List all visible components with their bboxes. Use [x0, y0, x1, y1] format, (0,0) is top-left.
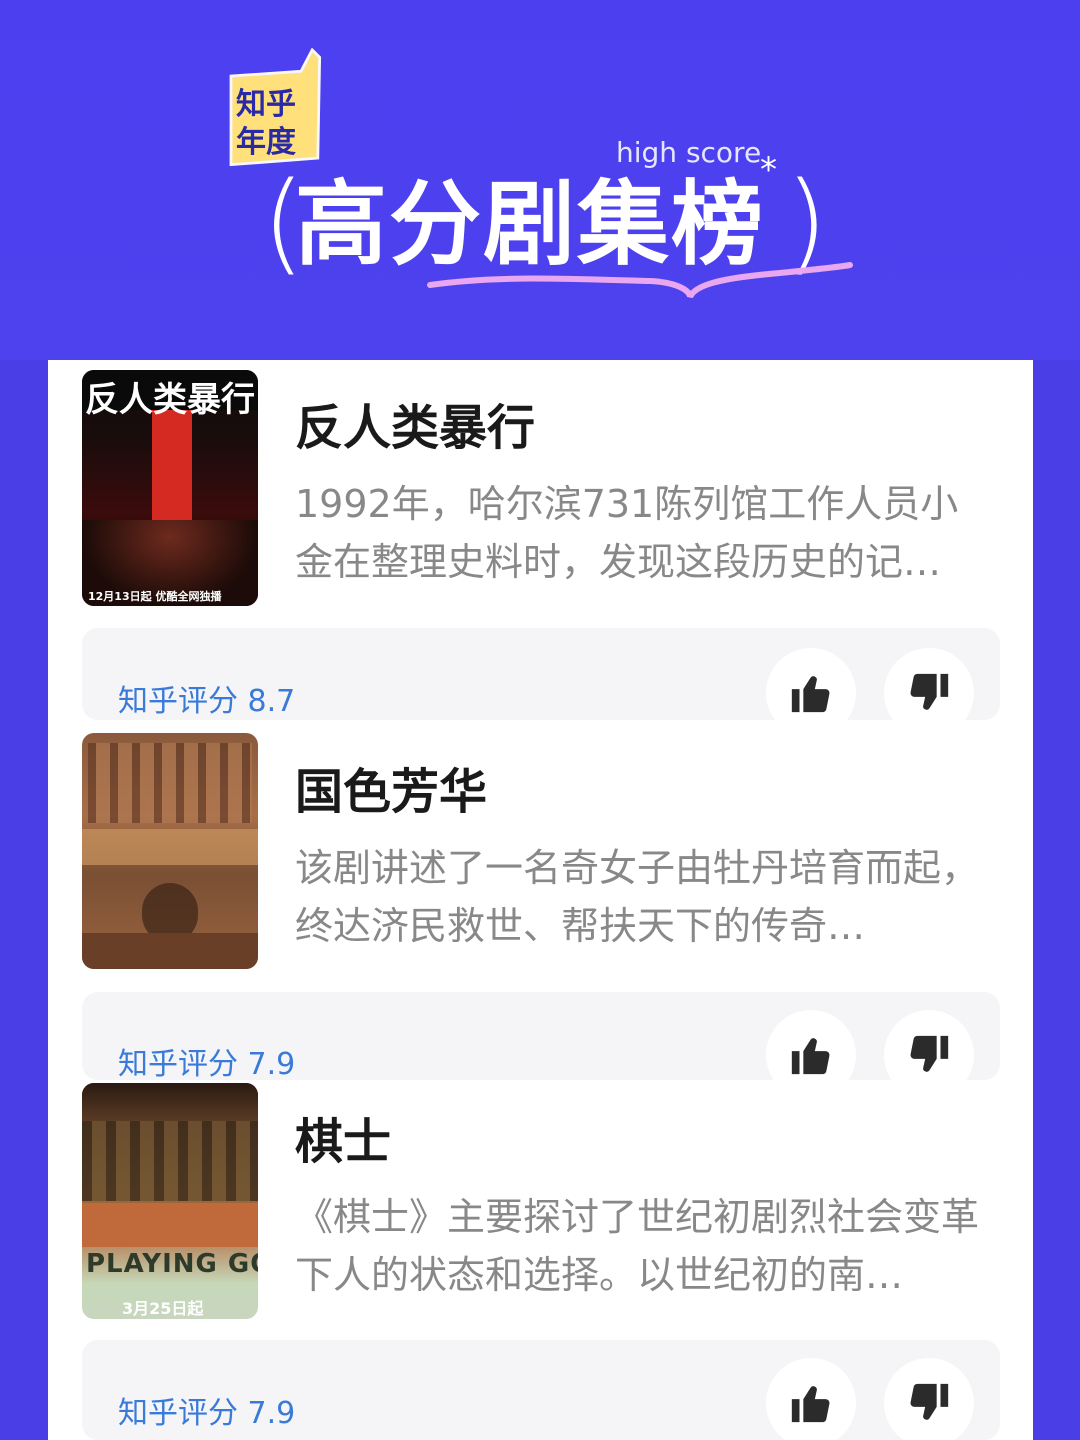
poster-image[interactable] — [82, 733, 258, 969]
zhihu-rating: 知乎评分 8.7 — [118, 684, 296, 719]
title-underline-decoration — [427, 262, 853, 299]
poster-caption-text: 12月13日起 优酷全网独播 — [88, 590, 222, 603]
zhihu-rating: 知乎评分 7.9 — [118, 1396, 296, 1431]
thumbs-up-icon — [791, 676, 830, 713]
poster-image[interactable]: PLAYING GO 3月25日起 — [82, 1083, 258, 1319]
like-button[interactable] — [766, 1358, 856, 1440]
thumbs-up-icon — [791, 1038, 830, 1075]
show-title[interactable]: 国色芳华 — [295, 752, 487, 822]
zhihu-rating: 知乎评分 7.9 — [118, 1047, 296, 1082]
thumbs-down-icon — [910, 673, 949, 710]
thumbs-down-icon — [910, 1035, 949, 1072]
show-description: 该剧讲述了一名奇女子由牡丹培育而起，终达济民救世、帮扶天下的传奇… — [295, 846, 980, 948]
poster-title-text: PLAYING GO — [86, 1249, 258, 1279]
poster-image[interactable]: 反人类暴行 12月13日起 优酷全网独播 — [82, 370, 258, 606]
badge-line-1: 知乎 — [236, 87, 296, 122]
header-banner: 知乎 年度 high score * ( 高分剧集榜 ) — [0, 0, 1080, 360]
poster-title-text: 反人类暴行 — [85, 380, 255, 420]
badge-line-2: 年度 — [236, 125, 296, 160]
show-description: 《棋士》主要探讨了世纪初剧烈社会变革下人的状态和选择。以世纪初的南… — [295, 1195, 980, 1297]
show-title[interactable]: 棋士 — [295, 1102, 391, 1172]
dislike-button[interactable] — [884, 1358, 974, 1440]
show-description: 1992年，哈尔滨731陈列馆工作人员小金在整理史料时，发现这段历史的记… — [295, 482, 959, 584]
thumbs-down-icon — [910, 1383, 949, 1420]
thumbs-up-icon — [791, 1386, 830, 1423]
poster-caption-text: 3月25日起 — [122, 1299, 204, 1318]
show-title[interactable]: 反人类暴行 — [295, 388, 535, 458]
